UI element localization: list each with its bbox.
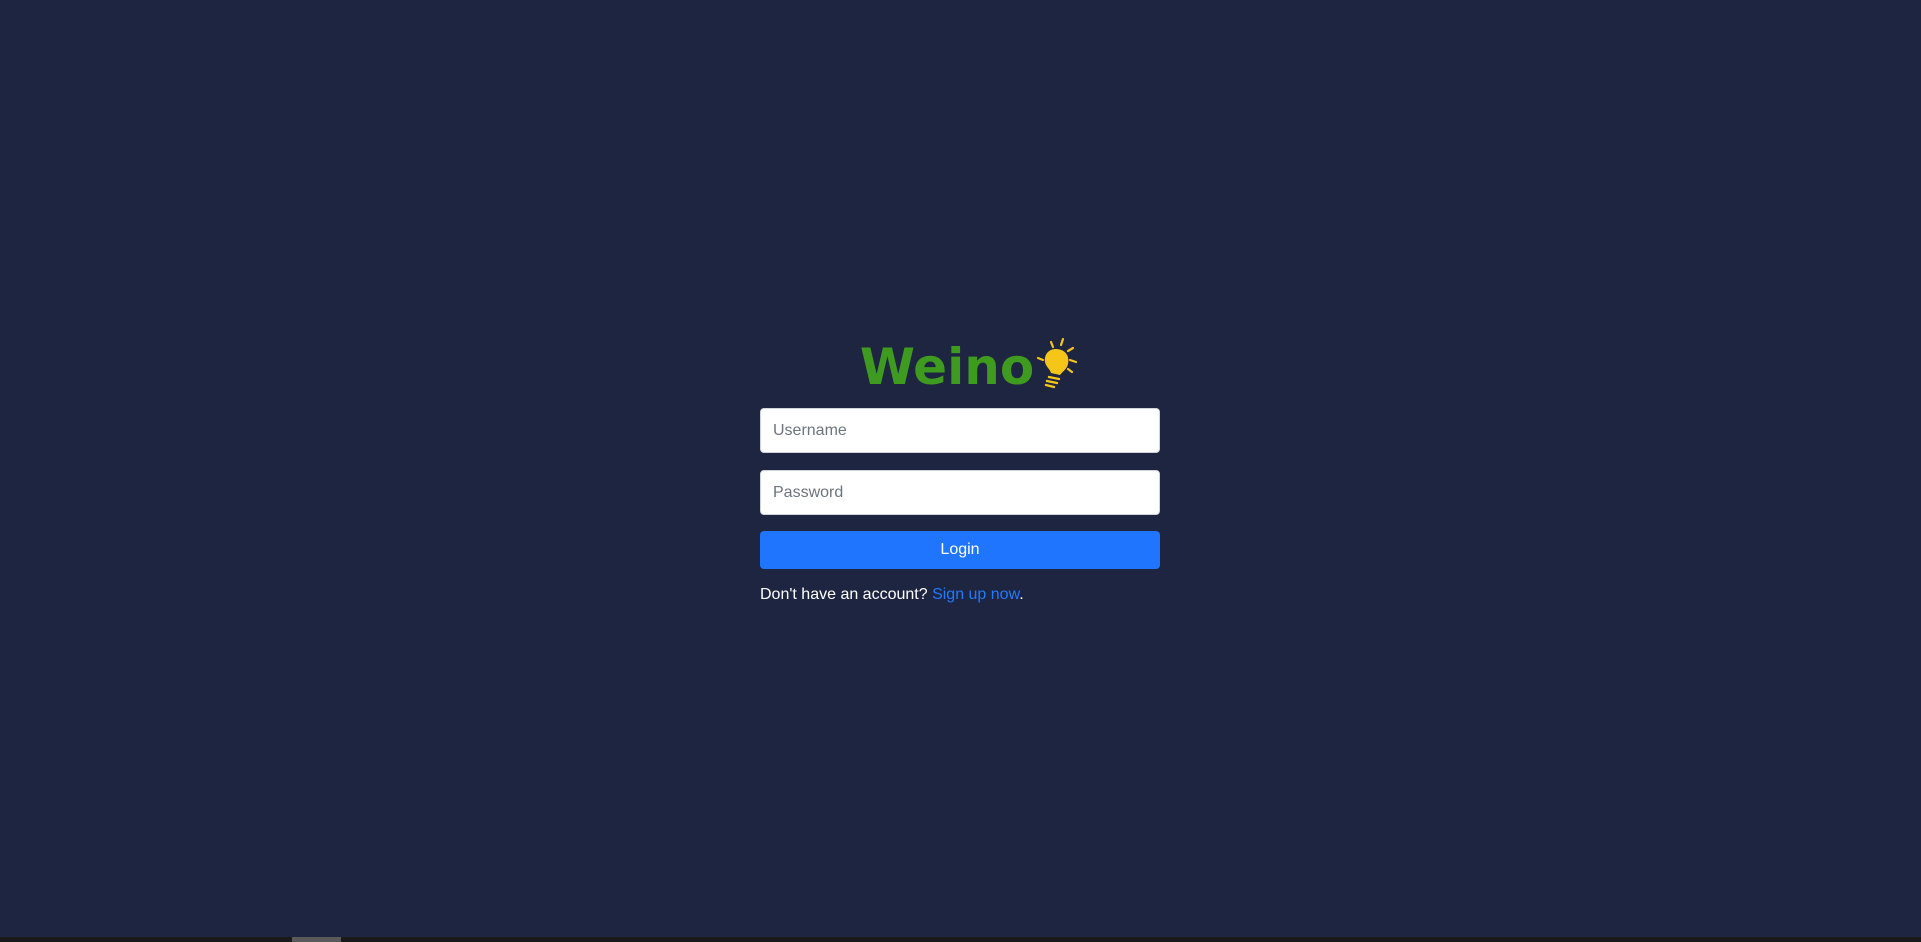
username-input[interactable]: [760, 408, 1160, 453]
scrollbar-thumb[interactable]: [292, 937, 341, 942]
signup-suffix: .: [1019, 586, 1024, 603]
login-page: Weino Login Don': [0, 0, 1921, 942]
lightbulb-icon: [1037, 337, 1078, 389]
signup-prompt-text: Don't have an account?: [760, 586, 933, 603]
password-input[interactable]: [760, 470, 1160, 515]
horizontal-scrollbar[interactable]: [0, 937, 1921, 942]
signup-link[interactable]: Sign up now: [932, 586, 1019, 603]
login-form: Weino Login Don': [760, 330, 1160, 604]
brand-logo: Weino: [780, 330, 1160, 392]
signup-prompt: Don't have an account? Sign up now.: [760, 586, 1160, 604]
login-button[interactable]: Login: [760, 531, 1160, 569]
logo-text: Weino: [859, 338, 1035, 396]
